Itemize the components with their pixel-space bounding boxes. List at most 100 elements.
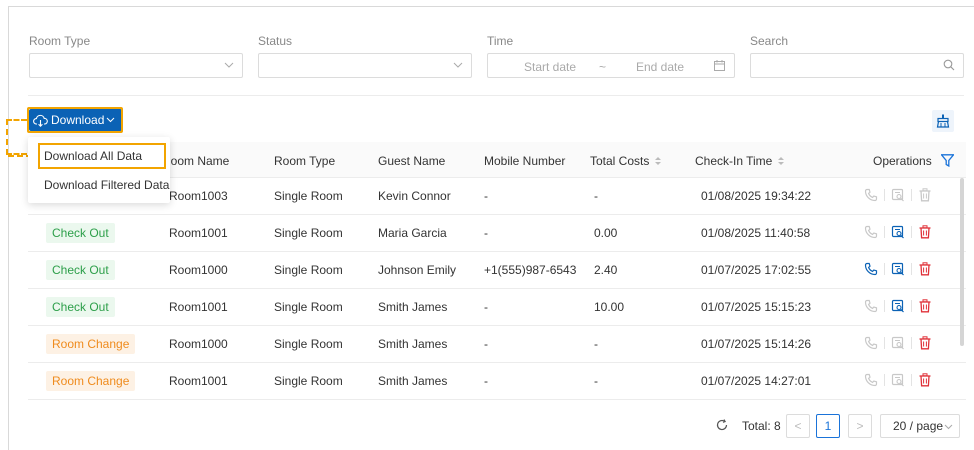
phone-icon[interactable] [864, 373, 878, 387]
col-total-costs-label: Total Costs [590, 154, 650, 168]
cell-room-type: Single Room [274, 189, 343, 203]
separator [911, 337, 912, 349]
col-room-name: Room Name [162, 154, 230, 168]
table-row: Room Change Room1000 Single Room Smith Jame… [28, 326, 966, 363]
cell-guest-name: Maria Garcia [378, 226, 447, 240]
phone-icon[interactable] [864, 188, 878, 202]
page-button-current[interactable]: 1 [816, 414, 840, 438]
search-label: Search [750, 34, 789, 48]
status-select[interactable] [258, 53, 472, 78]
search-input[interactable] [750, 53, 964, 78]
view-detail-icon[interactable] [891, 373, 905, 387]
separator [884, 189, 885, 201]
cell-mobile-number: - [484, 374, 488, 388]
cell-total-costs: - [594, 189, 598, 203]
separator [911, 263, 912, 275]
sort-icon [655, 157, 662, 165]
status-badge: Room Change [46, 334, 136, 354]
status-label: Status [258, 34, 293, 48]
cell-room-type: Single Room [274, 226, 343, 240]
cell-check-in-time: 01/08/2025 11:40:58 [701, 226, 811, 240]
date-range-picker[interactable]: Start date ~ End date [487, 53, 735, 78]
next-page-button[interactable]: > [848, 414, 872, 438]
col-total-costs[interactable]: Total Costs [590, 154, 662, 168]
col-guest-name: Guest Name [378, 154, 446, 168]
phone-icon[interactable] [864, 225, 878, 239]
annotation-connector [6, 119, 27, 155]
cell-room-type: Single Room [274, 300, 343, 314]
table-scrollbar[interactable] [960, 178, 964, 346]
chevron-down-icon [453, 62, 463, 68]
clear-filter-button[interactable] [932, 110, 954, 132]
download-menu: Download All Data Download Filtered Data [28, 137, 170, 203]
cell-room-name: Room1000 [169, 337, 228, 351]
cell-total-costs: - [594, 337, 598, 351]
col-operations: Operations [873, 154, 932, 168]
status-badge: Room Change [46, 371, 136, 391]
view-detail-icon[interactable] [891, 336, 905, 350]
table-row: Room Change Room1001 Single Room Smith Jame… [28, 363, 966, 400]
cell-total-costs: 0.00 [594, 226, 618, 240]
cell-total-costs: 2.40 [594, 263, 618, 277]
delete-icon[interactable] [918, 188, 932, 202]
table-row: Check Out Room1001 Single Room Smith James -… [28, 289, 966, 326]
cell-guest-name: Smith James [378, 374, 448, 388]
status-badge: Check Out [46, 297, 115, 317]
phone-icon[interactable] [864, 262, 878, 276]
page-size-select[interactable]: 20 / page [880, 414, 960, 438]
sort-icon [778, 157, 785, 165]
cell-mobile-number: - [484, 337, 488, 351]
col-check-in-time[interactable]: Check-In Time [695, 154, 785, 168]
room-type-select[interactable] [29, 53, 243, 78]
phone-icon[interactable] [864, 299, 878, 313]
room-type-label: Room Type [29, 34, 91, 48]
delete-icon[interactable] [918, 262, 932, 276]
cell-room-type: Single Room [274, 263, 343, 277]
cell-check-in-time: 01/07/2025 15:14:26 [701, 337, 812, 351]
prev-page-button[interactable]: < [786, 414, 810, 438]
col-check-in-time-label: Check-In Time [695, 154, 773, 168]
separator [884, 263, 885, 275]
cell-room-type: Single Room [274, 374, 343, 388]
row-operations [864, 188, 932, 202]
delete-icon[interactable] [918, 225, 932, 239]
cell-room-type: Single Room [274, 337, 343, 351]
chevron-down-icon [224, 62, 234, 68]
col-room-type: Room Type [274, 154, 336, 168]
row-operations [864, 225, 932, 239]
cell-guest-name: Johnson Emily [378, 263, 457, 277]
view-detail-icon[interactable] [891, 225, 905, 239]
end-date-input[interactable]: End date [636, 60, 684, 74]
cell-mobile-number: - [484, 189, 488, 203]
start-date-input[interactable]: Start date [524, 60, 576, 74]
search-icon [943, 59, 955, 71]
delete-icon[interactable] [918, 299, 932, 313]
table-row: Check Out Room1001 Single Room Maria Garcia… [28, 215, 966, 252]
view-detail-icon[interactable] [891, 262, 905, 276]
cell-guest-name: Smith James [378, 300, 448, 314]
status-badge: Check Out [46, 223, 115, 243]
table-row: Check Out Room1000 Single Room Johnson Emil… [28, 252, 966, 289]
row-operations [864, 262, 932, 276]
cell-room-name: Room1001 [169, 226, 228, 240]
cell-check-in-time: 01/07/2025 14:27:01 [701, 374, 812, 388]
col-mobile-number: Mobile Number [484, 154, 566, 168]
cell-room-name: Room1003 [169, 189, 228, 203]
separator [911, 189, 912, 201]
cell-mobile-number: - [484, 226, 488, 240]
phone-icon[interactable] [864, 336, 878, 350]
separator [911, 374, 912, 386]
separator [884, 337, 885, 349]
delete-icon[interactable] [918, 373, 932, 387]
page-size-label: 20 / page [893, 419, 944, 433]
filter-icon[interactable] [941, 154, 954, 167]
refresh-icon[interactable] [716, 419, 728, 431]
cell-check-in-time: 01/07/2025 17:02:55 [701, 263, 812, 277]
separator [884, 226, 885, 238]
cell-mobile-number: - [484, 300, 488, 314]
view-detail-icon[interactable] [891, 188, 905, 202]
cell-room-name: Room1000 [169, 263, 228, 277]
delete-icon[interactable] [918, 336, 932, 350]
download-filtered-data-item[interactable]: Download Filtered Data [28, 171, 170, 199]
view-detail-icon[interactable] [891, 299, 905, 313]
